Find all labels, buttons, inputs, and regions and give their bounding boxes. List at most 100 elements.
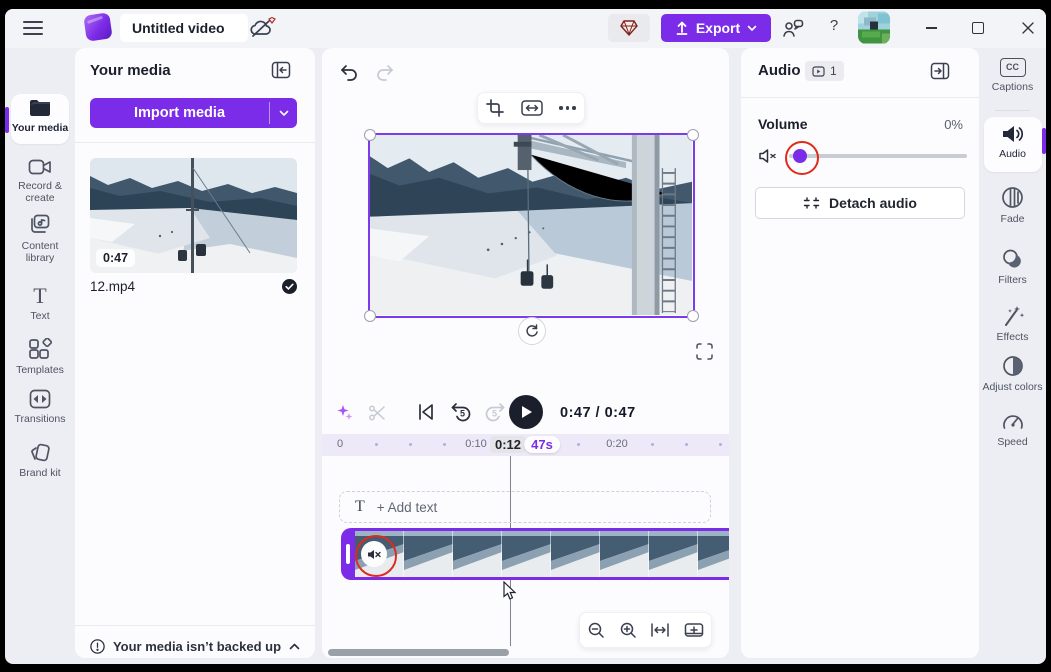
clip-filename: 12.mp4 [90, 279, 135, 294]
timeline-zoom-controls [579, 612, 712, 648]
right-sidebar: CC Captions Audio Fade Filters Effects A… [979, 48, 1046, 664]
watermark-off-icon[interactable] [248, 16, 278, 47]
sidebar-item-brand-kit[interactable]: Brand kit [5, 443, 75, 479]
detach-audio-label: Detach audio [829, 195, 917, 211]
ruler-tick: 0:10 [465, 438, 486, 450]
clip-duration-pill: 47s [524, 436, 560, 453]
sidebar-item-filters[interactable]: Filters [979, 248, 1046, 286]
split-scissors-icon[interactable] [368, 404, 386, 422]
sidebar-item-transitions[interactable]: Transitions [5, 389, 75, 425]
media-clip-thumbnail[interactable]: 0:47 [90, 158, 297, 273]
expand-timeline-icon[interactable] [684, 621, 704, 639]
library-icon [28, 214, 52, 236]
account-avatar[interactable] [858, 11, 890, 44]
import-media-button[interactable]: Import media [90, 98, 297, 128]
video-title-text: Untitled video [132, 20, 225, 36]
rewind-5s-icon[interactable]: 5 [450, 402, 472, 427]
sidebar-label: Your media [12, 122, 68, 134]
mouse-cursor [503, 581, 517, 601]
fit-timeline-icon[interactable] [650, 622, 670, 638]
adjust-colors-icon [1002, 355, 1024, 377]
sidebar-item-audio[interactable]: Audio [979, 124, 1046, 160]
rotate-handle[interactable] [518, 317, 546, 345]
clip-duration-badge: 0:47 [96, 249, 135, 267]
divider [741, 97, 979, 98]
effects-icon [1001, 305, 1025, 327]
volume-slider-thumb[interactable] [793, 149, 807, 163]
export-button[interactable]: Export [661, 14, 771, 42]
ai-sparkle-icon[interactable] [336, 404, 354, 427]
media-clip-row: 12.mp4 [90, 279, 297, 294]
sidebar-item-adjust-colors[interactable]: Adjust colors [979, 355, 1046, 393]
captions-icon: CC [1000, 58, 1026, 77]
help-button[interactable]: ? [825, 17, 843, 34]
sidebar-item-content-library[interactable]: Content library [5, 214, 75, 264]
sidebar-item-effects[interactable]: Effects [979, 305, 1046, 343]
clip-muted-icon[interactable] [361, 541, 387, 567]
sidebar-item-captions[interactable]: CC Captions [979, 58, 1046, 93]
zoom-out-icon[interactable] [587, 621, 605, 639]
sidebar-item-speed[interactable]: Speed [979, 411, 1046, 448]
play-icon [520, 405, 533, 419]
collapse-panel-icon[interactable] [271, 61, 291, 79]
resize-handle-se[interactable] [687, 310, 699, 322]
import-options-chevron[interactable] [270, 98, 297, 128]
more-options-icon[interactable] [559, 106, 576, 110]
volume-mute-icon[interactable] [759, 148, 777, 169]
sidebar-item-your-media[interactable]: Your media [5, 98, 75, 134]
timeline-video-clip[interactable] [341, 528, 729, 580]
volume-label: Volume [758, 116, 808, 132]
sidebar-item-text[interactable]: T Text [5, 286, 75, 322]
sidebar-label: Fade [1001, 213, 1025, 225]
resize-handle-nw[interactable] [364, 129, 376, 141]
add-text-track[interactable]: T + Add text [339, 491, 711, 523]
sidebar-label: Adjust colors [982, 381, 1042, 393]
sidebar-item-templates[interactable]: Templates [5, 338, 75, 376]
zoom-in-icon[interactable] [619, 621, 637, 639]
upgrade-gem-button[interactable] [608, 14, 650, 42]
backup-status-row[interactable]: Your media isn’t backed up [75, 634, 315, 658]
divider [75, 625, 315, 626]
video-preview[interactable] [368, 133, 695, 318]
sidebar-label: Filters [998, 274, 1027, 286]
detach-audio-button[interactable]: Detach audio [755, 187, 965, 219]
timeline-scrollbar[interactable] [328, 649, 509, 656]
editor-canvas-panel: 5 5 0:47 / 0:47 0 0:10 0:12 47s 0:20 T +… [322, 48, 729, 658]
crop-icon[interactable] [486, 99, 504, 117]
collapse-panel-right-icon[interactable] [930, 62, 950, 80]
fullscreen-icon[interactable] [696, 343, 713, 360]
share-feedback-icon[interactable] [782, 18, 804, 38]
resize-handle-ne[interactable] [687, 129, 699, 141]
clip-trim-handle-left[interactable] [346, 544, 350, 564]
sidebar-label: Templates [16, 364, 64, 376]
sidebar-label: Brand kit [19, 467, 60, 479]
title-bar: Untitled video Export ? [5, 9, 1046, 48]
close-button[interactable] [1013, 17, 1043, 39]
sidebar-label: Transitions [15, 413, 66, 425]
media-panel: Your media Import media [75, 48, 315, 658]
volume-slider-track[interactable] [789, 154, 967, 158]
add-text-label: + Add text [377, 500, 437, 515]
folder-icon [28, 98, 52, 118]
divider [75, 142, 315, 143]
ruler-tick: 0:20 [606, 438, 627, 450]
minimize-button[interactable] [916, 17, 946, 39]
maximize-button[interactable] [963, 17, 993, 39]
play-button[interactable] [509, 395, 543, 429]
skip-to-start-icon[interactable] [417, 402, 435, 422]
sidebar-item-record-create[interactable]: Record & create [5, 158, 75, 204]
timeline-ruler[interactable]: 0 0:10 0:12 47s 0:20 [322, 434, 729, 456]
sidebar-label: Captions [992, 81, 1033, 93]
app-root: Untitled video Export ? [0, 0, 1051, 672]
redo-button[interactable] [375, 64, 395, 82]
forward-5s-icon[interactable]: 5 [484, 402, 506, 427]
brand-kit-icon [29, 443, 51, 463]
gem-icon [620, 20, 638, 36]
app-window: Untitled video Export ? [5, 9, 1046, 664]
hamburger-menu-icon[interactable] [21, 18, 45, 38]
video-title-input[interactable]: Untitled video [120, 14, 248, 42]
sidebar-item-fade[interactable]: Fade [979, 186, 1046, 225]
undo-button[interactable] [339, 64, 359, 82]
resize-handle-sw[interactable] [364, 310, 376, 322]
fit-frame-icon[interactable] [521, 100, 543, 116]
